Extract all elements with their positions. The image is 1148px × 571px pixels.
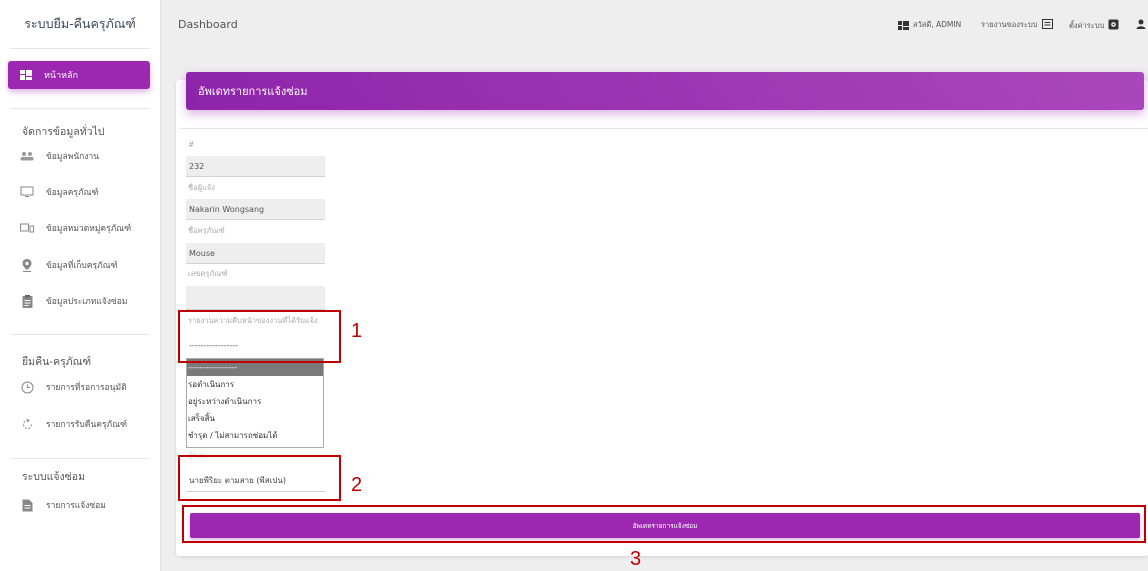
refresh-icon	[20, 417, 34, 431]
sidebar-item-repair-list[interactable]: รายการแจ้งซ่อม	[20, 498, 106, 512]
annotation-box-1	[178, 310, 341, 363]
equipment-no-label: เลขครุภัณฑ์	[188, 269, 228, 278]
people-icon	[20, 149, 34, 163]
annotation-number-1: 1	[351, 320, 363, 342]
sidebar-item-locations[interactable]: ข้อมูลที่เก็บครุภัณฑ์	[20, 258, 118, 272]
sidebar-item-returns[interactable]: รายการรับคืนครุภัณฑ์	[20, 417, 127, 431]
header-rule	[180, 128, 1148, 129]
user-greeting[interactable]: สวัสดี, ADMIN	[898, 19, 961, 31]
id-label: #	[188, 140, 195, 149]
equipment-no-field[interactable]	[186, 286, 325, 310]
report-link[interactable]: รายงานของระบบ	[981, 19, 1053, 31]
settings-icon	[1108, 19, 1119, 32]
sidebar-section-borrow: ยืมคืน-ครุภัณฑ์	[22, 356, 92, 368]
status-dropdown[interactable]: ----------------- รอดำเนินการ อยู่ระหว่า…	[186, 358, 324, 448]
sidebar-item-label: รายการรับคืนครุภัณฑ์	[46, 420, 128, 430]
sidebar-item-label: รายการแจ้งซ่อม	[46, 501, 106, 511]
id-field[interactable]: 232	[186, 156, 325, 177]
sidebar-divider	[10, 458, 150, 459]
user-icon	[1136, 19, 1146, 31]
report-text: รายงานของระบบ	[981, 20, 1038, 29]
sidebar-divider	[10, 334, 150, 335]
status-option[interactable]: เสร็จสิ้น	[187, 410, 323, 427]
sidebar-item-repair-types[interactable]: ข้อมูลประเภทแจ้งซ่อม	[20, 294, 127, 308]
sidebar-item-employees[interactable]: ข้อมูลพนักงาน	[20, 149, 99, 163]
document-icon	[20, 498, 34, 512]
annotation-number-3: 3	[630, 548, 642, 570]
sidebar-item-label: ข้อมูลหมวดหมู่ครุภัณฑ์	[46, 224, 132, 234]
sidebar-section-general: จัดการข้อมูลทั่วไป	[22, 126, 105, 138]
settings-link[interactable]: ตั้งค่าระบบ	[1069, 19, 1119, 32]
sidebar-item-label: ข้อมูลที่เก็บครุภัณฑ์	[46, 261, 118, 271]
sidebar-item-pending-approval[interactable]: รายการที่รอการอนุมัติ	[20, 380, 127, 394]
user-menu[interactable]	[1136, 19, 1146, 31]
status-option[interactable]: ชำรุด / ไม่สามารถซ่อมได้	[187, 427, 323, 444]
devices-icon	[20, 221, 34, 235]
equipment-field[interactable]: Mouse	[186, 243, 325, 264]
app-brand: ระบบยืม-คืนครุภัณฑ์	[10, 0, 150, 49]
sidebar-item-label: ข้อมูลพนักงาน	[46, 152, 100, 162]
dashboard-icon	[20, 70, 32, 80]
sidebar-item-label: ข้อมูลประเภทแจ้งซ่อม	[46, 297, 128, 307]
location-pin-icon	[20, 258, 34, 272]
sidebar-item-label: รายการที่รอการอนุมัติ	[46, 383, 127, 393]
settings-text: ตั้งค่าระบบ	[1069, 20, 1105, 30]
dashboard-icon	[898, 20, 909, 30]
report-icon	[1041, 19, 1053, 31]
page-title: Dashboard	[178, 18, 238, 31]
clipboard-icon	[20, 294, 34, 308]
greeting-text: สวัสดี, ADMIN	[913, 20, 962, 29]
reporter-label: ชื่อผู้แจ้ง	[188, 183, 215, 192]
sidebar-section-repair: ระบบแจ้งซ่อม	[22, 471, 86, 483]
reporter-field[interactable]: Nakarin Wongsang	[186, 199, 325, 220]
status-option[interactable]: รอดำเนินการ	[187, 376, 323, 393]
annotation-box-3	[182, 505, 1146, 543]
equipment-label: ชื่อครุภัณฑ์	[188, 226, 225, 235]
sidebar-item-equipment[interactable]: ข้อมูลครุภัณฑ์	[20, 185, 99, 199]
annotation-number-2: 2	[351, 474, 363, 496]
card-header: อัพเดทรายการแจ้งซ่อม	[186, 72, 1144, 110]
monitor-icon	[20, 185, 34, 199]
clock-icon	[20, 380, 34, 394]
sidebar-divider	[10, 108, 150, 109]
sidebar-item-label: หน้าหลัก	[44, 71, 79, 81]
status-option[interactable]: อยู่ระหว่างดำเนินการ	[187, 393, 323, 410]
annotation-box-2	[178, 455, 341, 501]
sidebar-item-home[interactable]: หน้าหลัก	[8, 61, 150, 89]
sidebar-item-categories[interactable]: ข้อมูลหมวดหมู่ครุภัณฑ์	[20, 221, 131, 235]
sidebar-item-label: ข้อมูลครุภัณฑ์	[46, 188, 99, 198]
